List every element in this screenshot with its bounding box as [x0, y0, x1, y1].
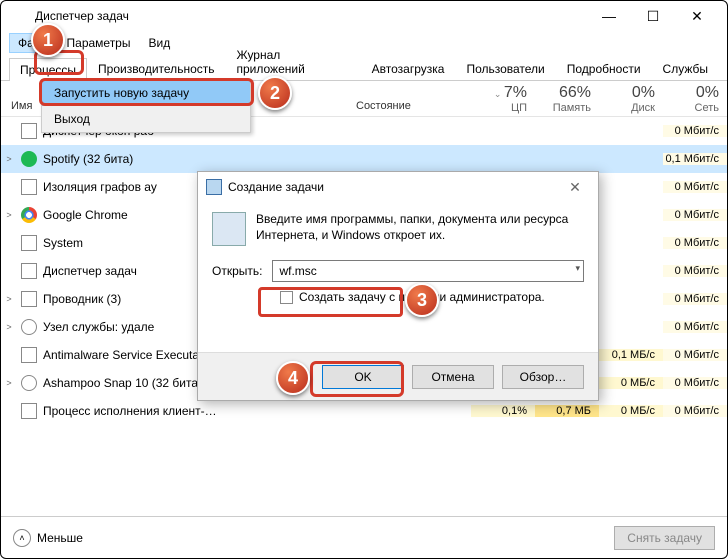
process-icon: [21, 179, 37, 195]
file-menu-dropdown: Запустить новую задачу Выход: [41, 79, 251, 133]
tab-services[interactable]: Службы: [652, 57, 719, 80]
admin-checkbox[interactable]: [280, 291, 293, 304]
open-input[interactable]: [272, 260, 584, 282]
menu-exit[interactable]: Выход: [42, 106, 250, 132]
net-cell: 0,1 Мбит/с: [663, 153, 727, 165]
menu-run-new-task[interactable]: Запустить новую задачу: [42, 80, 250, 106]
tab-startup[interactable]: Автозагрузка: [361, 57, 456, 80]
net-cell: 0 Мбит/с: [663, 293, 727, 305]
table-row[interactable]: > Spotify (32 бита) 0,1 Мбит/с: [1, 145, 727, 173]
expand-icon[interactable]: >: [1, 210, 17, 220]
expand-icon[interactable]: >: [1, 154, 17, 164]
process-icon: [21, 123, 37, 139]
net-cell: 0 Мбит/с: [663, 377, 727, 389]
col-cpu[interactable]: ⌄ 7% ЦП: [471, 84, 535, 114]
tab-performance[interactable]: Производительность: [87, 57, 225, 80]
dropdown-icon[interactable]: ▾: [575, 263, 580, 274]
process-icon: [21, 291, 37, 307]
col-mem[interactable]: 66% Память: [535, 84, 599, 114]
step-badge-2: 2: [258, 76, 292, 110]
expand-icon[interactable]: >: [1, 322, 17, 332]
dialog-title: Создание задачи: [228, 180, 560, 194]
window-title: Диспетчер задач: [35, 9, 587, 23]
maximize-button[interactable]: ☐: [631, 1, 675, 31]
menu-options[interactable]: Параметры: [59, 34, 139, 52]
col-net[interactable]: 0% Сеть: [663, 84, 727, 114]
tabs: Процессы Производительность Журнал прило…: [1, 55, 727, 81]
net-cell: 0 Мбит/с: [663, 405, 727, 417]
chevron-up-icon: ˄: [13, 529, 31, 547]
title-bar: Диспетчер задач — ☐ ✕: [1, 1, 727, 31]
dialog-icon: [206, 179, 222, 195]
disk-cell: 0,1 МБ/с: [599, 349, 663, 361]
col-disk[interactable]: 0% Диск: [599, 84, 663, 114]
menubar: Файл Параметры Вид: [1, 31, 727, 55]
open-label: Открыть:: [212, 264, 262, 278]
step-badge-1: 1: [31, 23, 65, 57]
tab-users[interactable]: Пользователи: [455, 57, 555, 80]
fewer-details-button[interactable]: ˄ Меньше: [13, 529, 83, 547]
close-button[interactable]: ✕: [675, 1, 719, 31]
process-name: Spotify (32 бита): [43, 152, 356, 166]
dialog-description: Введите имя программы, папки, документа …: [256, 212, 584, 246]
col-state[interactable]: Состояние: [356, 100, 471, 116]
run-dialog: Создание задачи ✕ Введите имя программы,…: [197, 171, 599, 401]
footer: ˄ Меньше Снять задачу: [1, 516, 727, 558]
net-cell: 0 Мбит/с: [663, 181, 727, 193]
net-cell: 0 Мбит/с: [663, 209, 727, 221]
menu-view[interactable]: Вид: [140, 34, 178, 52]
tab-processes[interactable]: Процессы: [9, 58, 87, 81]
step-badge-3: 3: [405, 283, 439, 317]
dialog-close-button[interactable]: ✕: [560, 179, 590, 196]
ok-button[interactable]: OK: [322, 365, 404, 389]
process-name: Процесс исполнения клиент-…: [43, 404, 356, 418]
process-icon: [21, 151, 37, 167]
process-icon: [21, 347, 37, 363]
browse-button[interactable]: Обзор…: [502, 365, 584, 389]
process-icon: [21, 319, 37, 335]
step-badge-4: 4: [276, 361, 310, 395]
table-row[interactable]: Процесс исполнения клиент-…0,1%0,7 МБ0 М…: [1, 397, 727, 425]
process-icon: [21, 263, 37, 279]
app-icon: [9, 6, 29, 26]
process-icon: [21, 403, 37, 419]
cpu-cell: 0,1%: [471, 405, 535, 417]
tab-details[interactable]: Подробности: [556, 57, 652, 80]
disk-cell: 0 МБ/с: [599, 405, 663, 417]
net-cell: 0 Мбит/с: [663, 125, 727, 137]
process-icon: [21, 207, 37, 223]
net-cell: 0 Мбит/с: [663, 321, 727, 333]
expand-icon[interactable]: >: [1, 378, 17, 388]
net-cell: 0 Мбит/с: [663, 265, 727, 277]
end-task-button[interactable]: Снять задачу: [614, 526, 715, 550]
cancel-button[interactable]: Отмена: [412, 365, 494, 389]
expand-icon[interactable]: >: [1, 294, 17, 304]
mem-cell: 0,7 МБ: [535, 405, 599, 417]
minimize-button[interactable]: —: [587, 1, 631, 31]
chevron-down-icon: ⌄: [494, 89, 504, 99]
net-cell: 0 Мбит/с: [663, 237, 727, 249]
run-icon: [212, 212, 246, 246]
process-icon: [21, 235, 37, 251]
net-cell: 0 Мбит/с: [663, 349, 727, 361]
process-icon: [21, 375, 37, 391]
tab-app-history[interactable]: Журнал приложений: [226, 43, 361, 80]
disk-cell: 0 МБ/с: [599, 377, 663, 389]
